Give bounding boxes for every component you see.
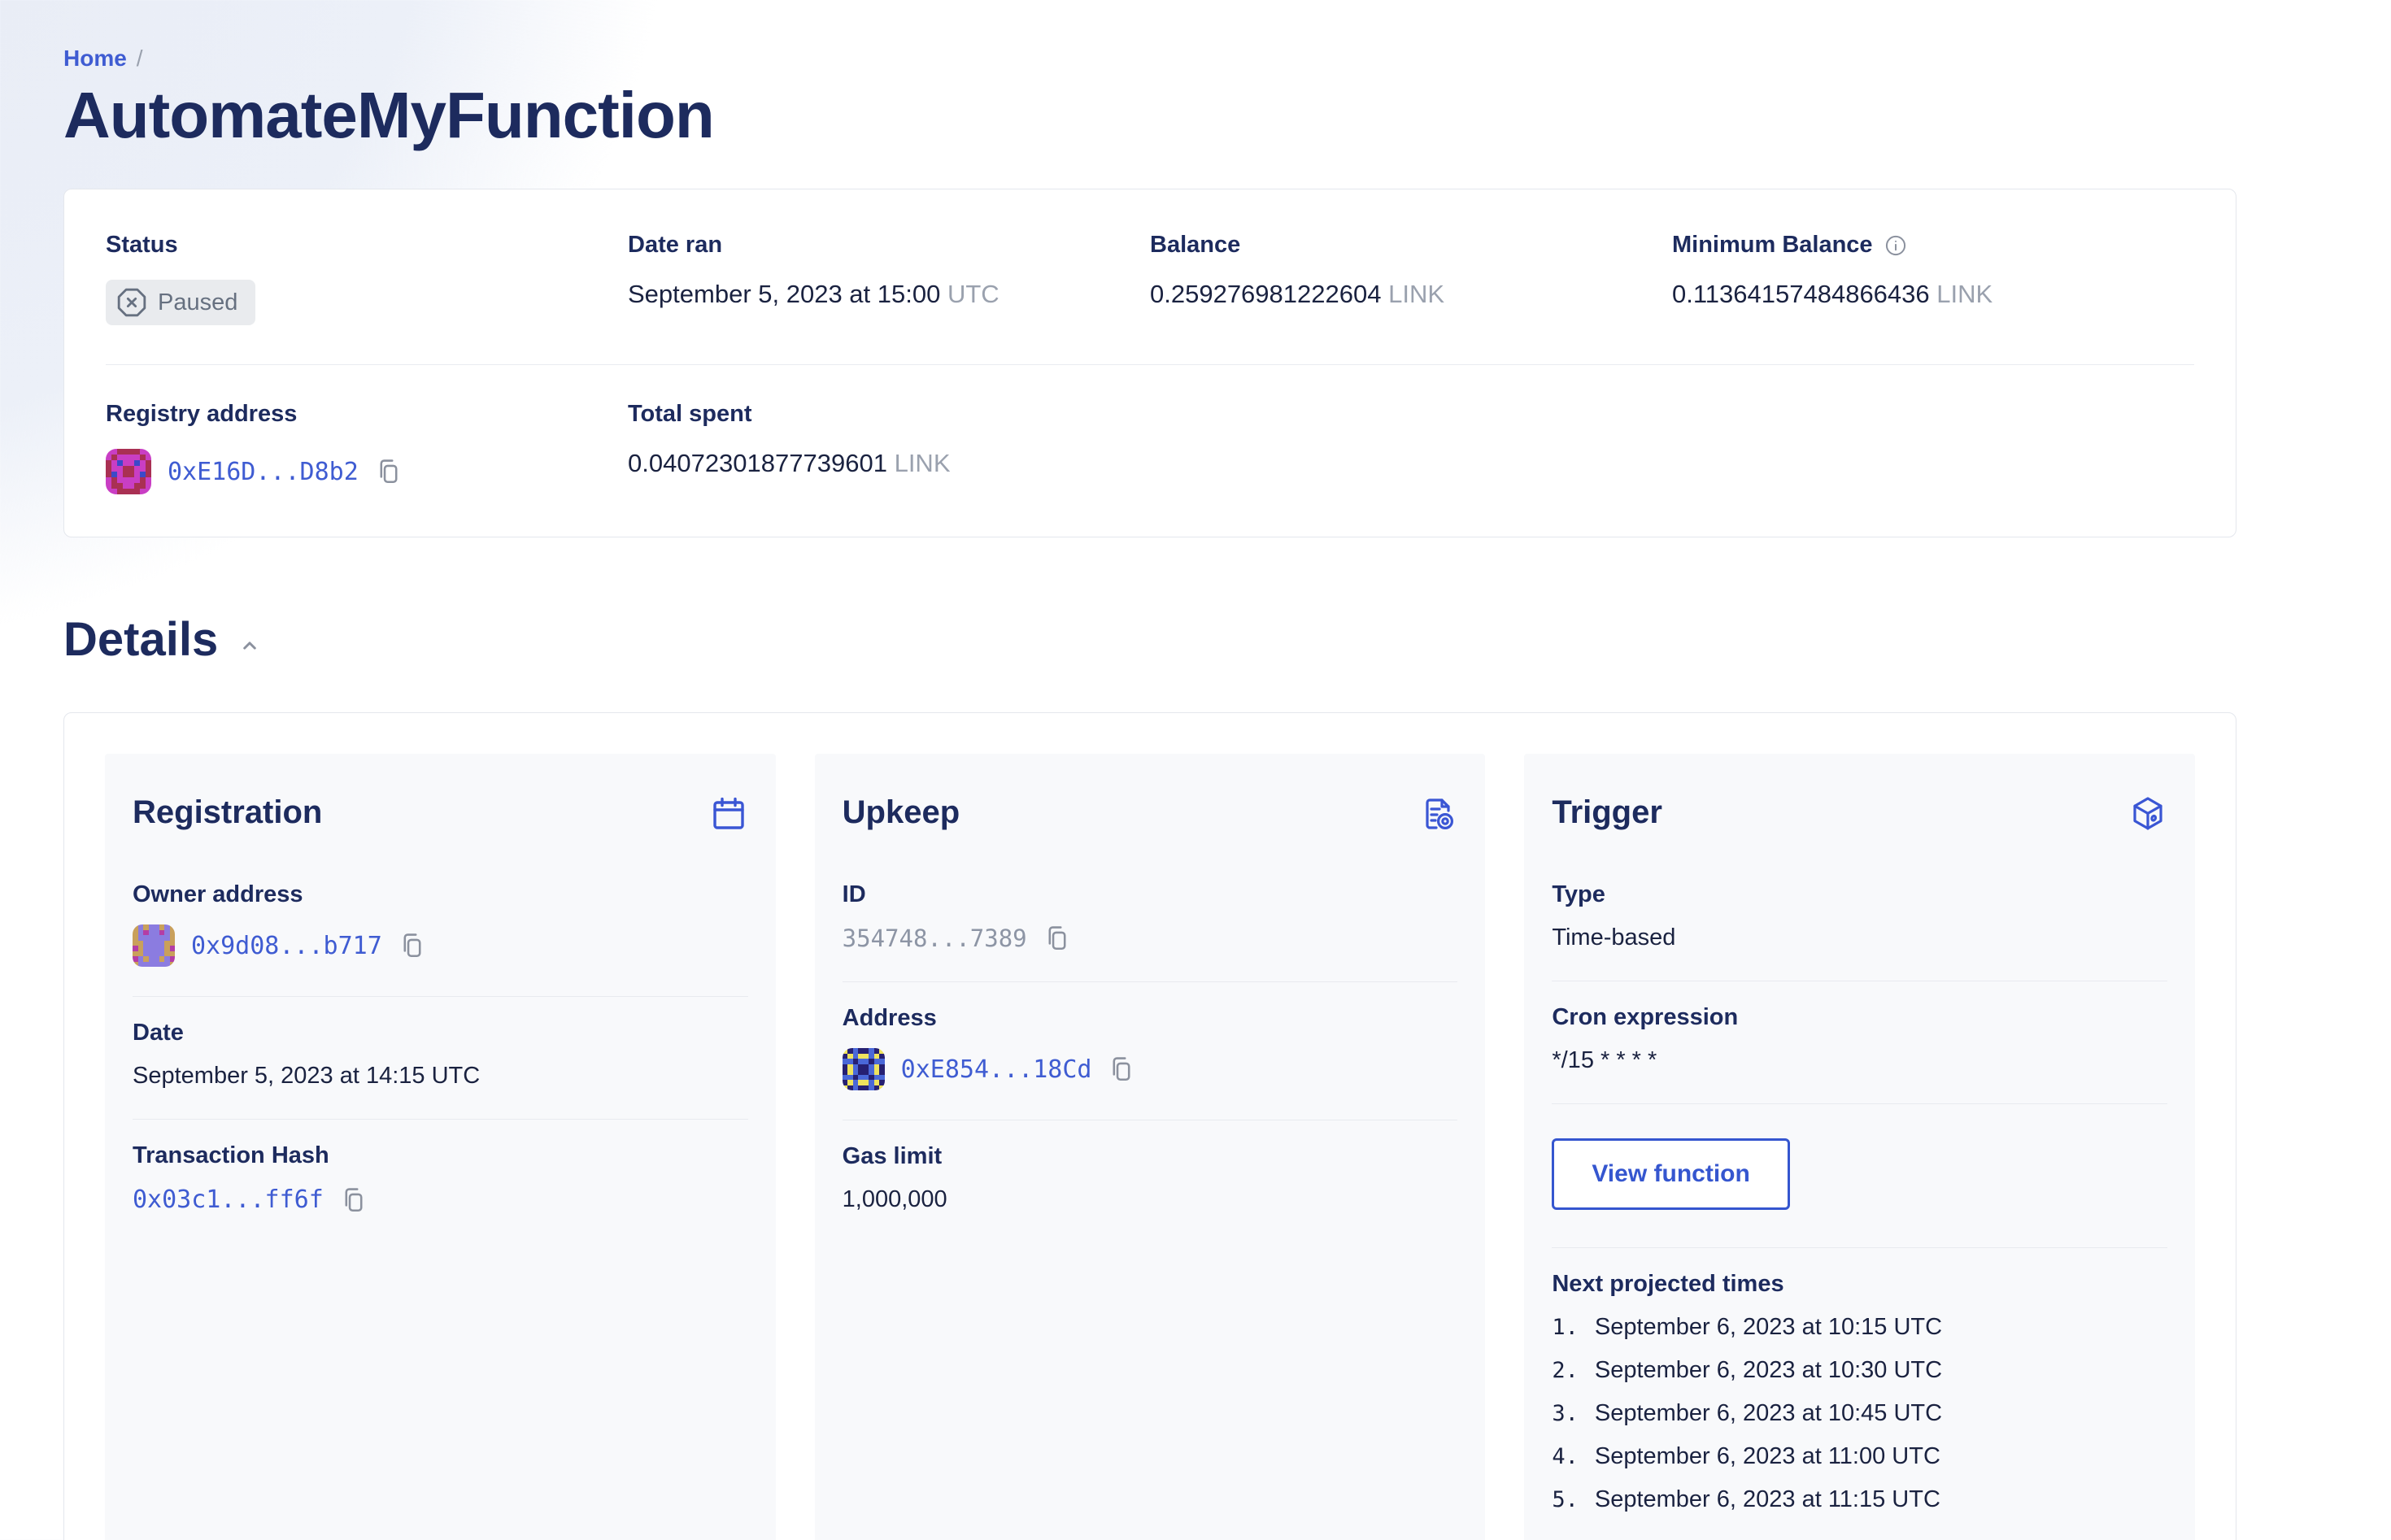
total-spent-field: Total spent 0.04072301877739601 LINK bbox=[628, 401, 1150, 494]
upkeep-address-copy-button[interactable] bbox=[1108, 1055, 1135, 1083]
date-ran-suffix: UTC bbox=[947, 280, 1000, 308]
trigger-type-value: Time-based bbox=[1552, 924, 1676, 951]
trigger-type-label: Type bbox=[1552, 881, 1605, 907]
calendar-icon bbox=[709, 794, 748, 837]
info-icon[interactable] bbox=[1884, 234, 1907, 257]
chevron-up-icon bbox=[243, 641, 256, 650]
date-ran-field: Date ran September 5, 2023 at 15:00 UTC bbox=[628, 232, 1150, 325]
next-projected-times-row: Next projected times 1. September 6, 2023… bbox=[1552, 1248, 2167, 1540]
upkeep-address-label: Address bbox=[842, 1005, 937, 1031]
registration-date-label: Date bbox=[133, 1020, 184, 1046]
status-field: Status Paused bbox=[106, 232, 628, 325]
page-title: AutomateMyFunction bbox=[63, 79, 715, 151]
total-spent-label: Total spent bbox=[628, 401, 752, 427]
registry-address-label: Registry address bbox=[106, 401, 298, 427]
breadcrumb: Home / bbox=[63, 46, 2236, 72]
registration-date-value: September 5, 2023 at 14:15 UTC bbox=[133, 1063, 481, 1089]
breadcrumb-separator: / bbox=[136, 46, 143, 71]
registry-address-link[interactable]: 0xE16D...D8b2 bbox=[168, 458, 359, 486]
details-collapse-toggle[interactable] bbox=[237, 633, 262, 658]
copy-icon bbox=[403, 933, 421, 958]
balance-value: 0.259276981222604 bbox=[1150, 280, 1382, 308]
cube-icon bbox=[2128, 794, 2167, 837]
transaction-hash-link[interactable]: 0x03c1...ff6f bbox=[133, 1185, 324, 1214]
projected-time-item: 1. September 6, 2023 at 10:15 UTC bbox=[1552, 1314, 1943, 1340]
owner-address-label: Owner address bbox=[133, 881, 303, 907]
upkeep-address-row: Address 0xE854...18Cd bbox=[842, 982, 1458, 1120]
date-ran-label: Date ran bbox=[628, 232, 723, 258]
next-projected-times-label: Next projected times bbox=[1552, 1271, 1784, 1297]
registration-date-row: Date September 5, 2023 at 14:15 UTC bbox=[133, 997, 748, 1120]
gas-limit-label: Gas limit bbox=[842, 1143, 943, 1169]
projected-time-item: 4. September 6, 2023 at 11:00 UTC bbox=[1552, 1443, 1940, 1469]
upkeep-id-row: ID 354748...7389 bbox=[842, 859, 1458, 982]
upkeep-card: Upkeep ID 354748...7389 Address 0xE854..… bbox=[814, 754, 1486, 1540]
total-spent-suffix: LINK bbox=[894, 449, 951, 477]
copy-icon bbox=[1113, 1057, 1130, 1081]
trigger-type-row: Type Time-based bbox=[1552, 859, 2168, 981]
balance-field: Balance 0.259276981222604 LINK bbox=[1150, 232, 1672, 325]
breadcrumb-home-link[interactable]: Home bbox=[63, 46, 127, 72]
copy-icon bbox=[1048, 926, 1066, 951]
projected-time-item: 3. September 6, 2023 at 10:45 UTC bbox=[1552, 1400, 1943, 1426]
summary-divider bbox=[106, 364, 2194, 365]
min-balance-label: Minimum Balance bbox=[1672, 232, 1873, 258]
upkeep-address-link[interactable]: 0xE854...18Cd bbox=[901, 1055, 1092, 1084]
registry-identicon bbox=[106, 449, 151, 494]
min-balance-value: 0.11364157484866436 bbox=[1672, 280, 1930, 308]
copy-icon bbox=[345, 1187, 363, 1212]
gas-limit-value: 1,000,000 bbox=[842, 1186, 947, 1212]
details-heading-text: Details bbox=[63, 613, 219, 666]
owner-copy-button[interactable] bbox=[398, 932, 426, 959]
status-label: Status bbox=[106, 232, 178, 258]
document-gear-icon bbox=[1418, 794, 1457, 837]
transaction-hash-label: Transaction Hash bbox=[133, 1142, 329, 1168]
owner-address-row: Owner address 0x9d08...b717 bbox=[133, 859, 748, 997]
next-projected-times-list: 1. September 6, 2023 at 10:15 UTC 2. Septe… bbox=[1552, 1314, 2167, 1513]
min-balance-field: Minimum Balance 0.11364157484866436 LINK bbox=[1672, 232, 2194, 325]
upkeep-id-value: 354748...7389 bbox=[842, 924, 1027, 952]
cron-expression-label: Cron expression bbox=[1552, 1004, 1739, 1030]
owner-address-link[interactable]: 0x9d08...b717 bbox=[191, 932, 382, 960]
copy-icon bbox=[380, 459, 398, 484]
trigger-card: Trigger Type Time-based Cron expression bbox=[1524, 754, 2196, 1540]
upkeep-id-copy-button[interactable] bbox=[1043, 924, 1071, 952]
cron-expression-value: */15 * * * * bbox=[1552, 1047, 1657, 1073]
paused-octagon-x-icon bbox=[117, 288, 146, 317]
status-badge-text: Paused bbox=[158, 289, 238, 315]
transaction-hash-row: Transaction Hash 0x03c1...ff6f bbox=[133, 1120, 748, 1243]
balance-suffix: LINK bbox=[1388, 280, 1445, 308]
registry-copy-button[interactable] bbox=[375, 458, 403, 485]
summary-card: Status Paused Date ran September 5, 2023… bbox=[63, 189, 2236, 537]
tx-copy-button[interactable] bbox=[340, 1186, 368, 1214]
view-function-row: View function bbox=[1552, 1104, 2168, 1248]
status-badge: Paused bbox=[106, 280, 256, 325]
trigger-card-title: Trigger bbox=[1552, 794, 1662, 830]
owner-identicon bbox=[133, 924, 175, 967]
upkeep-id-label: ID bbox=[842, 881, 866, 907]
total-spent-value: 0.04072301877739601 bbox=[628, 449, 887, 477]
date-ran-value: September 5, 2023 at 15:00 bbox=[628, 280, 941, 308]
projected-time-item: 5. September 6, 2023 at 11:15 UTC bbox=[1552, 1486, 1940, 1512]
min-balance-suffix: LINK bbox=[1936, 280, 1993, 308]
details-heading: Details bbox=[63, 612, 2236, 667]
upkeep-detail-page: Home / AutomateMyFunction Status Paused … bbox=[0, 0, 2391, 1540]
gas-limit-row: Gas limit 1,000,000 bbox=[843, 1120, 1458, 1242]
upkeep-address-identicon bbox=[842, 1048, 885, 1090]
registration-card: Registration Owner address 0x9d08...b717 bbox=[105, 754, 776, 1540]
projected-time-item: 2. September 6, 2023 at 10:30 UTC bbox=[1552, 1357, 1943, 1383]
upkeep-card-title: Upkeep bbox=[842, 794, 960, 830]
registry-address-field: Registry address 0xE16D...D8b2 bbox=[106, 401, 628, 494]
view-function-button[interactable]: View function bbox=[1552, 1138, 1790, 1210]
registration-card-title: Registration bbox=[133, 794, 323, 830]
balance-label: Balance bbox=[1150, 232, 1241, 258]
cron-expression-row: Cron expression */15 * * * * bbox=[1552, 981, 2168, 1104]
details-container: Registration Owner address 0x9d08...b717 bbox=[63, 712, 2236, 1540]
